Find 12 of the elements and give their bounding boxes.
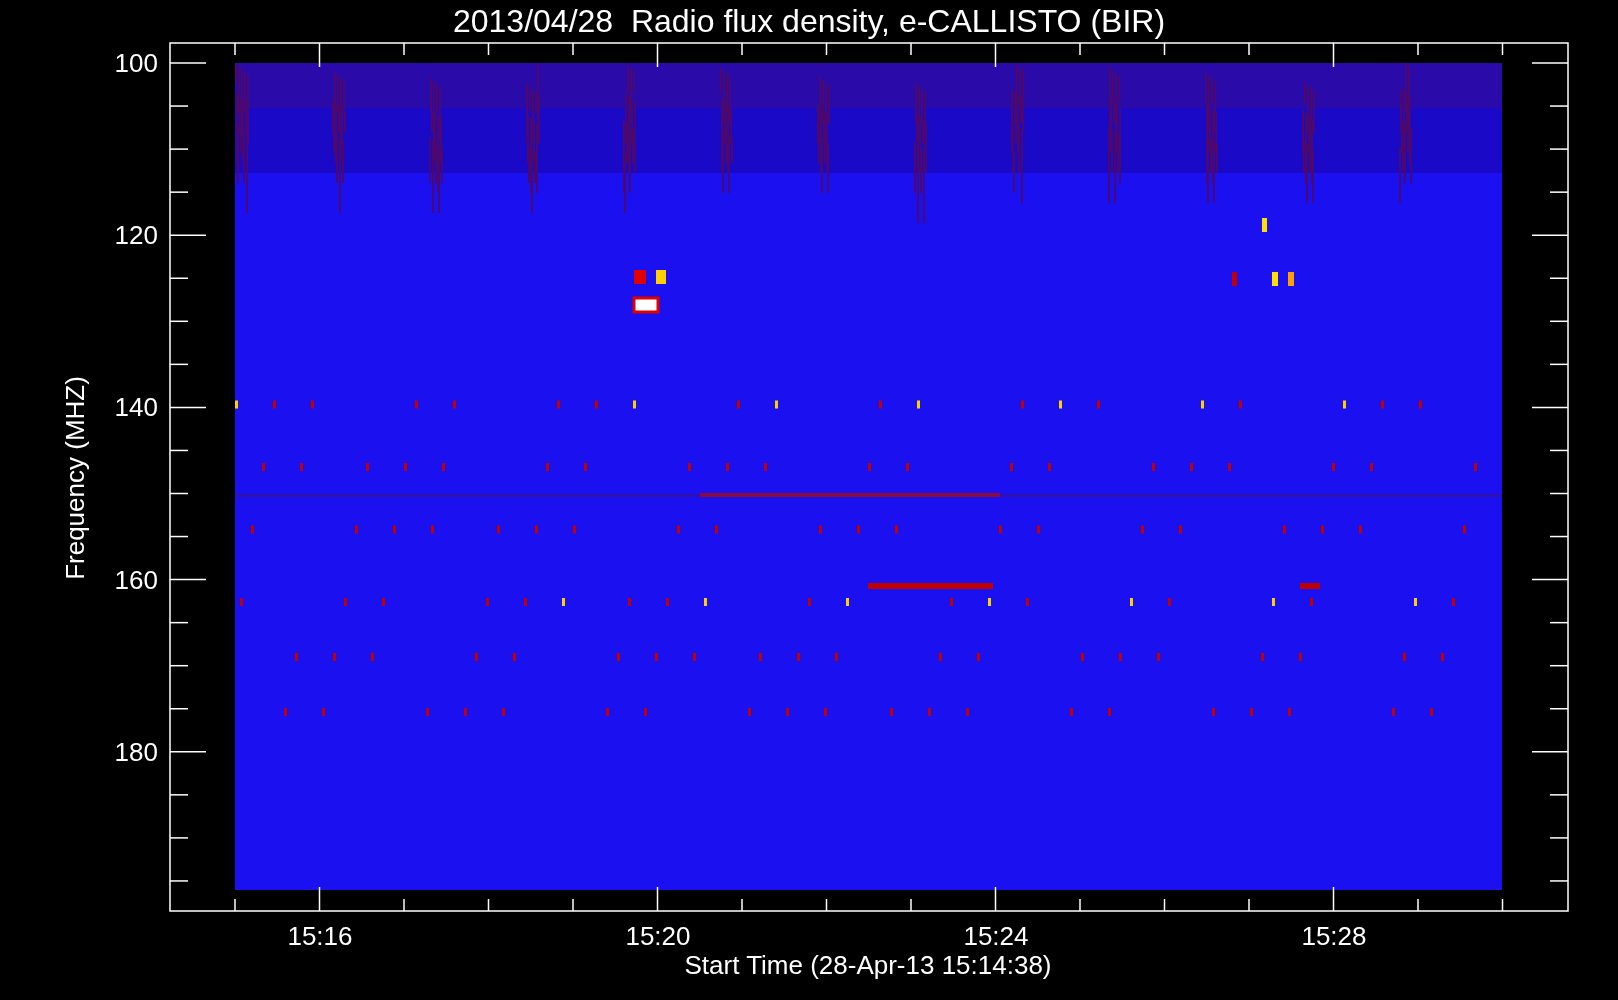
y-tick-label: 140 (114, 392, 158, 423)
y-axis-label: Frequency (MHZ) (60, 376, 90, 580)
y-tick-label: 180 (114, 736, 158, 767)
x-tick-label: 15:20 (625, 921, 691, 951)
x-tick-label: 15:16 (287, 921, 353, 951)
y-tick-label: 120 (114, 220, 158, 251)
x-tick-label: 15:24 (963, 921, 1029, 951)
y-tick-label: 100 (114, 48, 158, 78)
y-tick-label: 160 (114, 564, 158, 595)
x-axis-label: Start Time (28-Apr-13 15:14:38) (684, 950, 1052, 980)
x-tick-label: 15:28 (1301, 921, 1367, 951)
chart-title: 2013/04/28 Radio flux density, e-CALLISTO (BIR) (452, 3, 1166, 39)
